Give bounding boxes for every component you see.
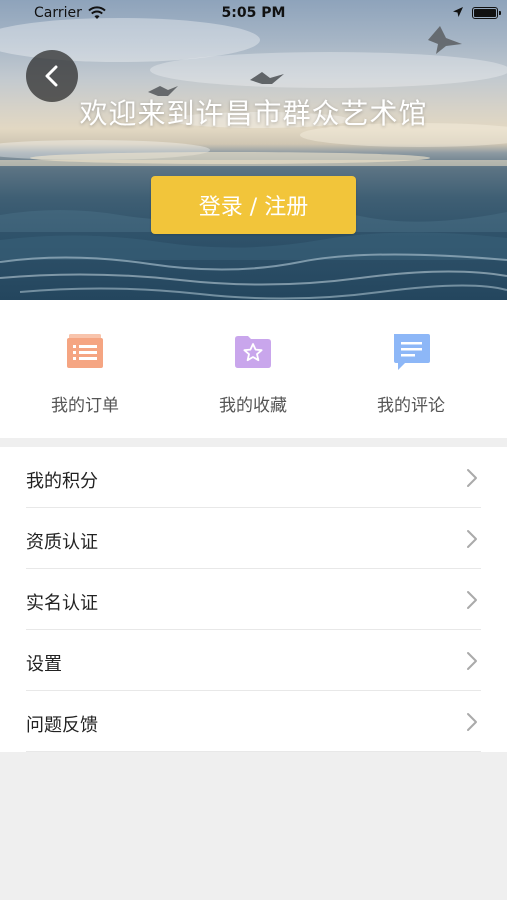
- menu-item-my-points[interactable]: 我的积分: [0, 447, 507, 508]
- clock: 5:05 PM: [221, 5, 286, 21]
- chevron-right-icon: [467, 591, 477, 609]
- status-bar: Carrier 5:05 PM: [0, 0, 507, 28]
- menu-item-label: 实名认证: [26, 593, 98, 614]
- menu-item-settings[interactable]: 设置: [0, 630, 507, 691]
- chevron-right-icon: [467, 713, 477, 731]
- welcome-title: 欢迎来到许昌市群众艺术馆: [79, 97, 428, 130]
- my-orders-button[interactable]: 我的订单: [0, 300, 170, 438]
- quick-actions: 我的订单 我的收藏 我的评论: [0, 300, 507, 438]
- hero-banner: Carrier 5:05 PM 欢迎来到许昌市群众艺术馆 登录 / 注册: [0, 0, 507, 300]
- my-favorites-label: 我的收藏: [219, 396, 287, 416]
- profile-screen: Carrier 5:05 PM 欢迎来到许昌市群众艺术馆 登录 / 注册 我的订…: [0, 0, 507, 900]
- order-list-icon: [67, 334, 103, 368]
- my-orders-label: 我的订单: [51, 396, 119, 416]
- location-arrow-icon: [452, 6, 464, 22]
- my-comments-button[interactable]: 我的评论: [326, 300, 496, 438]
- menu-item-feedback[interactable]: 问题反馈: [0, 691, 507, 752]
- chevron-right-icon: [467, 530, 477, 548]
- menu-item-label: 我的积分: [26, 471, 98, 492]
- comment-bubble-icon: [394, 334, 430, 370]
- divider: [26, 751, 481, 752]
- chevron-left-icon: [45, 65, 58, 87]
- menu-item-real-name-verification[interactable]: 实名认证: [0, 569, 507, 630]
- sea-background-image: [0, 18, 507, 300]
- settings-menu: 我的积分 资质认证 实名认证 设置 问题反馈: [0, 447, 507, 752]
- my-favorites-button[interactable]: 我的收藏: [168, 300, 338, 438]
- chevron-right-icon: [467, 469, 477, 487]
- menu-item-label: 资质认证: [26, 532, 98, 553]
- login-register-button[interactable]: 登录 / 注册: [151, 176, 356, 234]
- battery-icon: [472, 7, 501, 19]
- favorite-star-folder-icon: [235, 336, 271, 368]
- menu-item-label: 设置: [26, 654, 62, 675]
- my-comments-label: 我的评论: [377, 396, 445, 416]
- menu-item-qualification[interactable]: 资质认证: [0, 508, 507, 569]
- chevron-right-icon: [467, 652, 477, 670]
- menu-item-label: 问题反馈: [26, 715, 98, 736]
